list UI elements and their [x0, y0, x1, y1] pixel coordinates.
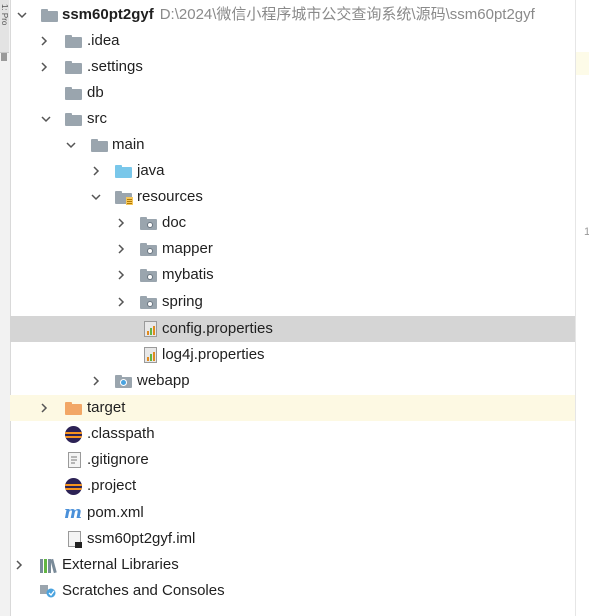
chevron-down-icon[interactable]: [90, 184, 102, 210]
module-folder-icon: [40, 7, 58, 23]
chevron-right-icon[interactable]: [13, 552, 25, 578]
tree-row-label: .idea: [87, 32, 120, 49]
tree-row-label: Scratches and Consoles: [62, 582, 225, 599]
tree-row-doc[interactable]: doc: [10, 210, 575, 236]
tree-row-label: java: [137, 162, 165, 179]
tree-row-main[interactable]: main: [10, 132, 575, 158]
chevron-right-icon[interactable]: [90, 158, 102, 184]
tree-row-label: .classpath: [87, 425, 155, 442]
tree-row-resources[interactable]: resources: [10, 184, 575, 210]
tree-row-label: .gitignore: [87, 451, 149, 468]
tree-row-project[interactable]: .project: [10, 473, 575, 499]
editor-gutter[interactable]: 1: [575, 0, 589, 616]
excluded-folder-icon: [64, 400, 82, 416]
tree-row-label: db: [87, 84, 104, 101]
chevron-right-icon[interactable]: [115, 289, 127, 315]
tree-row-label: doc: [162, 214, 187, 231]
chevron-down-icon[interactable]: [65, 132, 77, 158]
tree-row-config-properties[interactable]: config.properties: [10, 316, 575, 342]
tree-row-log4j-properties[interactable]: log4j.properties: [10, 342, 575, 368]
text-file-icon: [65, 452, 83, 468]
folder-icon: [90, 137, 108, 153]
tree-row-label: config.properties: [162, 320, 273, 337]
package-folder-icon: [139, 215, 157, 231]
package-folder-icon: [139, 241, 157, 257]
project-tool-tab-label: 1: Pro: [0, 4, 9, 26]
chevron-down-icon[interactable]: [16, 2, 28, 28]
eclipse-file-icon: [64, 477, 82, 495]
tree-row-scratches[interactable]: Scratches and Consoles: [10, 578, 575, 604]
tree-row-target[interactable]: target: [10, 395, 575, 421]
tree-row-label: mybatis: [162, 266, 214, 283]
tree-row-label: ssm60pt2gyf.iml: [87, 530, 196, 547]
tree-row-mapper[interactable]: mapper: [10, 236, 575, 262]
folder-icon: [64, 33, 82, 49]
tree-row-java[interactable]: java: [10, 158, 575, 184]
source-folder-icon: [114, 163, 132, 179]
tree-row-pom[interactable]: m pom.xml: [10, 500, 575, 526]
resources-folder-icon: [114, 189, 133, 205]
tree-row-label: spring: [162, 293, 203, 310]
tree-row-label: External Libraries: [62, 556, 179, 573]
tree-row-label: src: [87, 110, 107, 127]
chevron-right-icon[interactable]: [38, 54, 50, 80]
tree-row-label: pom.xml: [87, 504, 144, 521]
tree-row-settings[interactable]: .settings: [10, 54, 575, 80]
chevron-down-icon[interactable]: [40, 106, 52, 132]
chevron-right-icon[interactable]: [90, 368, 102, 394]
tree-row-label: .settings: [87, 58, 143, 75]
chevron-right-icon[interactable]: [38, 28, 50, 54]
package-folder-icon: [139, 294, 157, 310]
chevron-right-icon[interactable]: [115, 236, 127, 262]
scratches-icon: [39, 583, 57, 599]
tree-row-label: resources: [137, 188, 203, 205]
tree-row-label: main: [112, 136, 145, 153]
folder-icon: [64, 85, 82, 101]
eclipse-file-icon: [64, 425, 82, 443]
tree-row-idea[interactable]: .idea: [10, 28, 575, 54]
tree-row-label: log4j.properties: [162, 346, 265, 363]
chevron-right-icon[interactable]: [38, 395, 50, 421]
libraries-icon: [39, 557, 57, 574]
line-number: 1: [584, 226, 589, 238]
folder-icon: [64, 59, 82, 75]
tree-row-label: mapper: [162, 240, 213, 257]
tree-row-label: webapp: [137, 372, 190, 389]
folder-icon: [64, 111, 82, 127]
web-folder-icon: [114, 373, 132, 389]
project-tool-tab[interactable]: 1: Pro: [0, 0, 9, 53]
tree-row-gitignore[interactable]: .gitignore: [10, 447, 575, 473]
tree-row-webapp[interactable]: webapp: [10, 368, 575, 394]
package-folder-icon: [139, 267, 157, 283]
tool-grip-icon: [1, 53, 7, 61]
iml-file-icon: [65, 531, 83, 548]
properties-file-icon: [141, 321, 159, 337]
tree-row-label: ssm60pt2gyf: [62, 6, 154, 23]
tree-row-mybatis[interactable]: mybatis: [10, 262, 575, 288]
tree-row-label: target: [87, 399, 126, 416]
tree-row-iml[interactable]: ssm60pt2gyf.iml: [10, 526, 575, 552]
module-path: D:\2024\微信小程序城市公交查询系统\源码\ssm60pt2gyf: [159, 6, 535, 23]
project-tree[interactable]: ssm60pt2gyf D:\2024\微信小程序城市公交查询系统\源码\ssm6…: [10, 0, 575, 616]
chevron-right-icon[interactable]: [115, 262, 127, 288]
tree-row-root[interactable]: ssm60pt2gyf D:\2024\微信小程序城市公交查询系统\源码\ssm6…: [10, 2, 575, 28]
tree-row-external-libraries[interactable]: External Libraries: [10, 552, 575, 578]
properties-file-icon: [141, 347, 159, 363]
tree-row-spring[interactable]: spring: [10, 289, 575, 315]
maven-file-icon: m: [64, 503, 82, 523]
chevron-right-icon[interactable]: [115, 210, 127, 236]
tree-row-db[interactable]: db: [10, 80, 575, 106]
tree-row-src[interactable]: src: [10, 106, 575, 132]
tree-row-classpath[interactable]: .classpath: [10, 421, 575, 447]
current-line-highlight: [576, 52, 589, 75]
tree-row-label: .project: [87, 477, 137, 494]
